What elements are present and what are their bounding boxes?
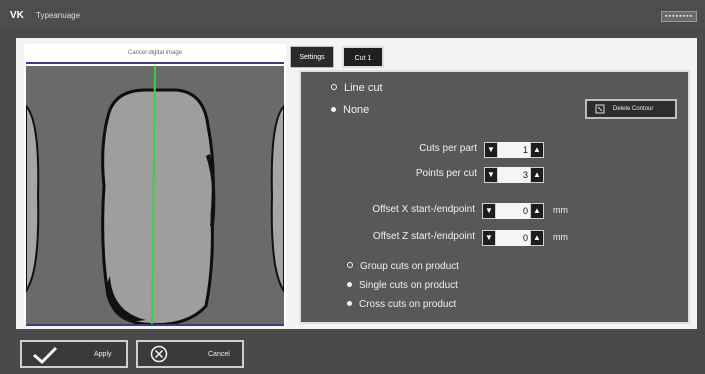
apply-button[interactable]: Apply xyxy=(20,340,128,368)
settings-panel: Line cut None Delete Contour Cuts per pa… xyxy=(299,70,690,324)
tab-settings[interactable]: Settings xyxy=(290,46,334,68)
radio-label: None xyxy=(343,104,370,116)
radio-on-indicator xyxy=(347,300,352,306)
tab-cut-1[interactable]: Cut 1 xyxy=(342,46,384,68)
main-panel: Cancel digital image Settings Cut 1 Line… xyxy=(16,38,697,329)
points-per-cut-increment[interactable]: ▲ xyxy=(530,167,544,183)
cuts-per-part-value[interactable]: 1 xyxy=(498,142,530,158)
radio-label: Line cut xyxy=(344,82,383,94)
radio-on-indicator xyxy=(331,106,336,112)
offset-z-value[interactable]: 0 xyxy=(496,230,530,246)
radio-line-cut[interactable]: Line cut xyxy=(331,82,383,94)
radio-on-indicator xyxy=(347,281,352,287)
offset-x-label: Offset X start-/endpoint xyxy=(372,204,475,215)
radio-label: Cross cuts on product xyxy=(359,299,457,310)
radio-none[interactable]: None xyxy=(331,104,369,116)
image-panel-title: Cancel digital image xyxy=(127,50,183,56)
radio-label: Group cuts on product xyxy=(360,261,459,272)
offset-z-decrement[interactable]: ▼ xyxy=(482,230,496,246)
radio-cross-cuts[interactable]: Cross cuts on product xyxy=(347,299,456,310)
image-top-line xyxy=(26,62,284,64)
cancel-circle-x-icon xyxy=(150,345,168,363)
window-title: Typeanuage xyxy=(36,11,81,20)
offset-x-increment[interactable]: ▲ xyxy=(530,203,544,219)
product-image[interactable] xyxy=(26,66,284,324)
delete-contour-button[interactable]: Delete Contour xyxy=(585,99,677,119)
cuts-per-part-increment[interactable]: ▲ xyxy=(530,142,544,158)
points-per-cut-decrement[interactable]: ▼ xyxy=(484,167,498,183)
app-logo: VK xyxy=(10,10,24,21)
radio-group-cuts[interactable]: Group cuts on product xyxy=(347,261,459,272)
checkmark-icon xyxy=(33,346,58,364)
points-per-cut-value[interactable]: 3 xyxy=(498,167,530,183)
cancel-button[interactable]: Cancel xyxy=(136,340,244,368)
window-controls[interactable]: ▪▪▪▪▪▪▪▪ xyxy=(661,11,697,22)
image-panel: Cancel digital image xyxy=(24,44,286,326)
offset-z-label: Offset Z start-/endpoint xyxy=(372,231,475,242)
image-bottom-line xyxy=(26,324,284,326)
offset-z-increment[interactable]: ▲ xyxy=(530,230,544,246)
cancel-label: Cancel xyxy=(208,351,230,358)
offset-x-decrement[interactable]: ▼ xyxy=(482,203,496,219)
delete-contour-icon xyxy=(595,104,605,114)
radio-off-indicator xyxy=(331,84,337,91)
offset-z-unit: mm xyxy=(553,232,568,242)
apply-label: Apply xyxy=(94,351,112,358)
radio-single-cuts[interactable]: Single cuts on product xyxy=(347,280,458,291)
title-bar: VK Typeanuage ▪▪▪▪▪▪▪▪ xyxy=(0,0,705,30)
radio-label: Single cuts on product xyxy=(359,280,458,291)
radio-off-indicator xyxy=(347,262,353,269)
points-per-cut-label: Points per cut xyxy=(415,168,477,179)
cuts-per-part-decrement[interactable]: ▼ xyxy=(484,142,498,158)
cuts-per-part-label: Cuts per part xyxy=(419,143,477,154)
offset-x-value[interactable]: 0 xyxy=(496,203,530,219)
delete-contour-label: Delete Contour xyxy=(613,106,654,112)
offset-x-unit: mm xyxy=(553,205,568,215)
